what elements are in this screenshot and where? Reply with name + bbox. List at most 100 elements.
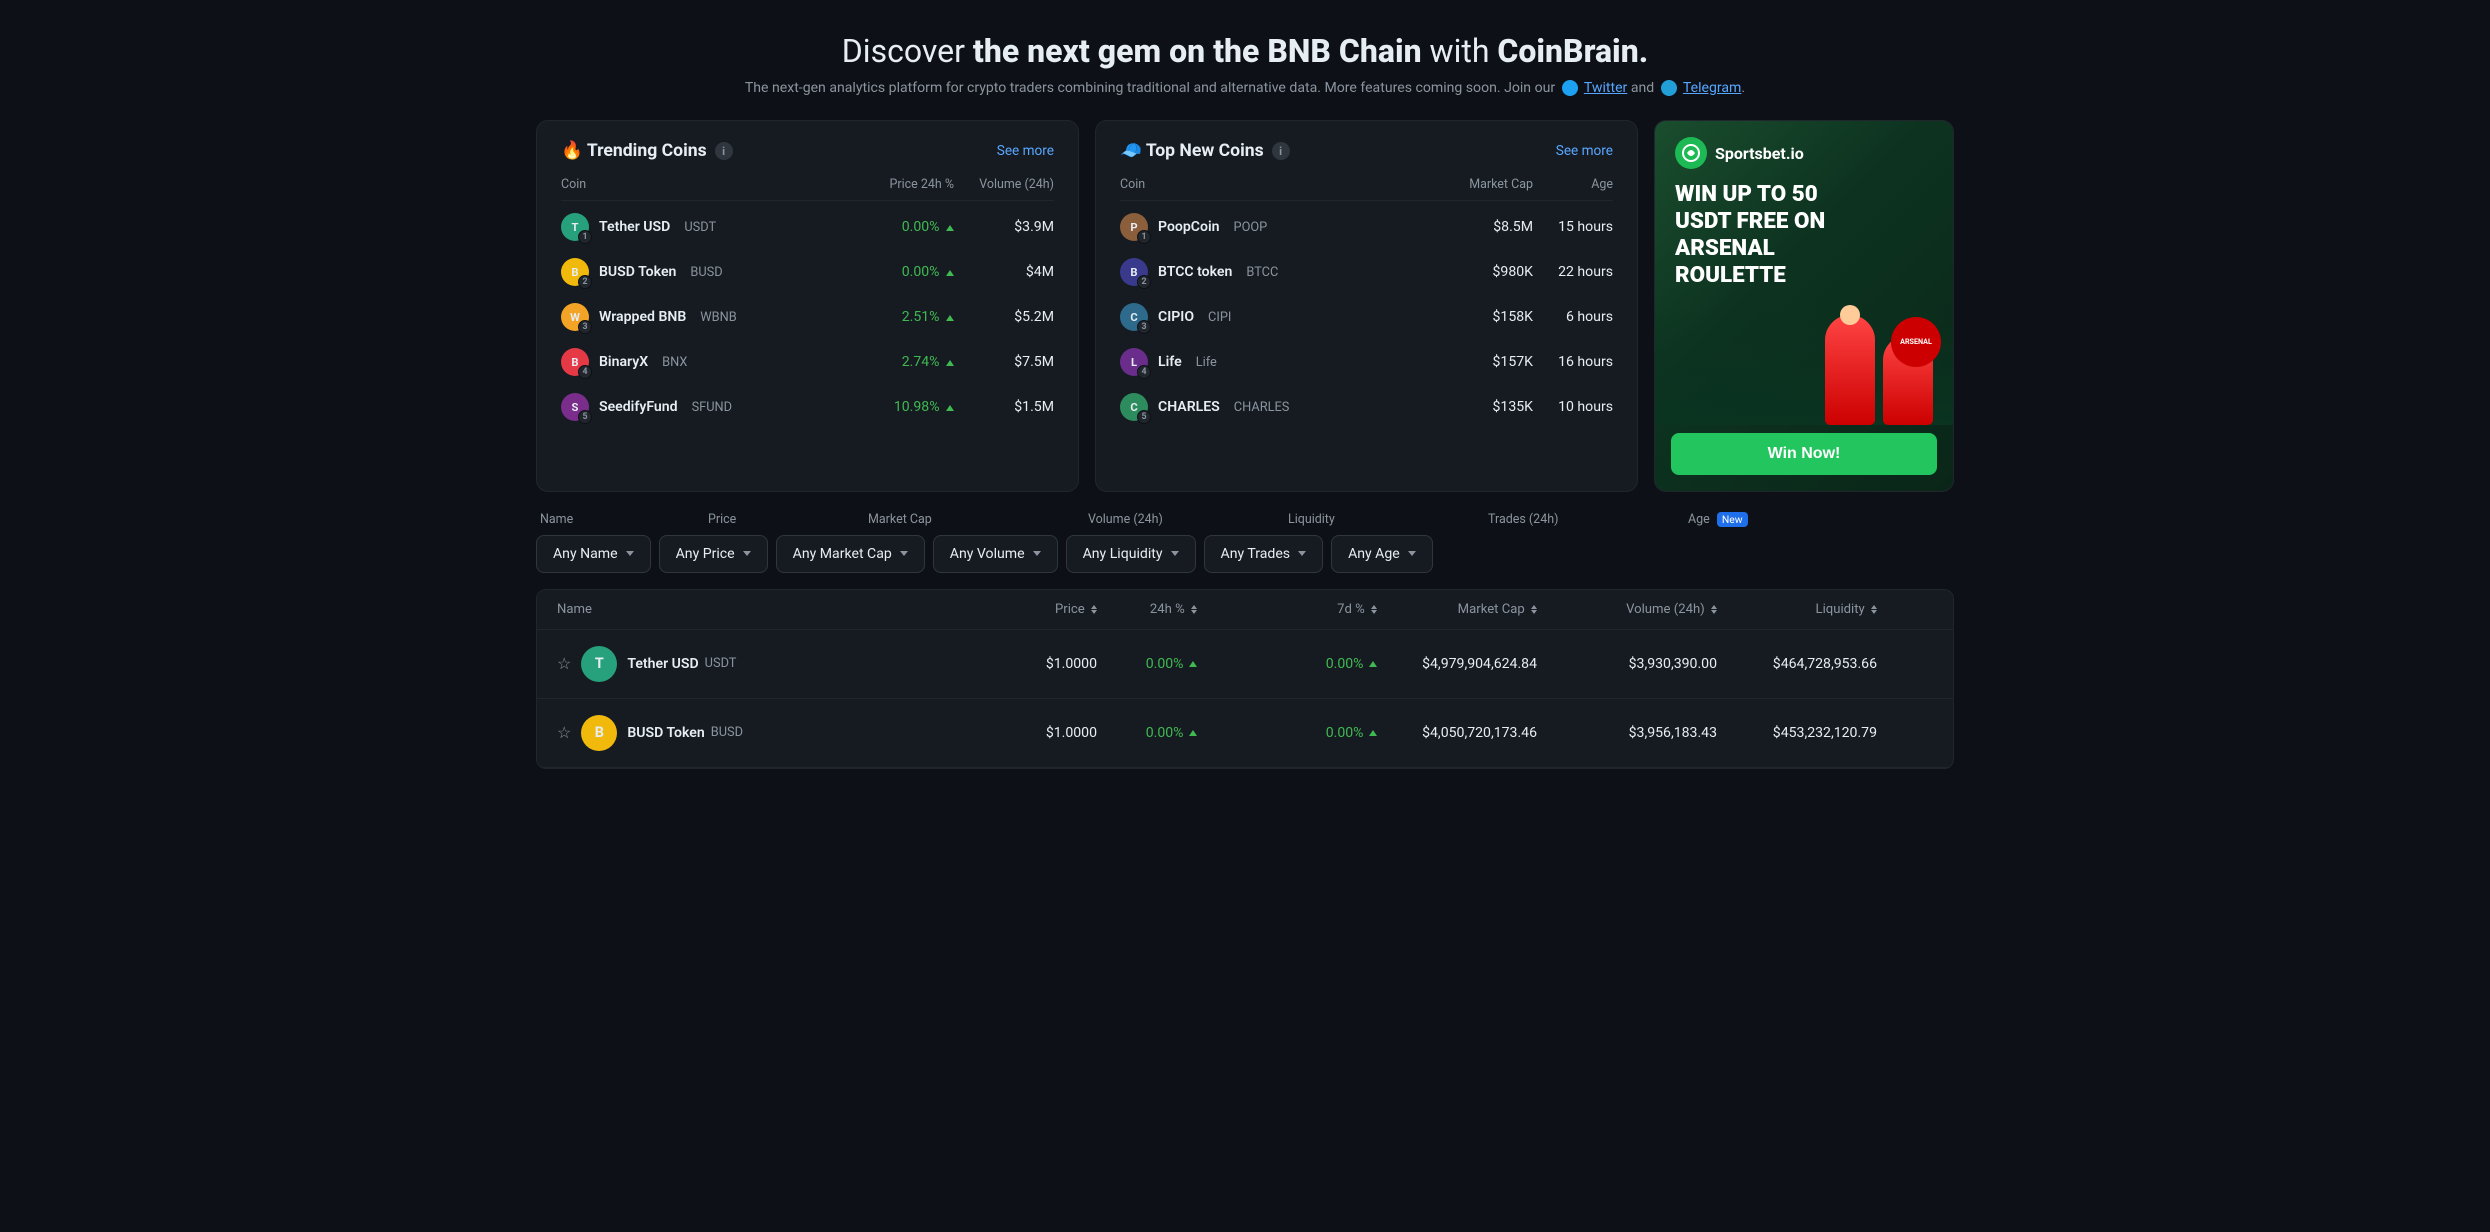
- rank-badge: 3: [1137, 320, 1151, 334]
- trending-table: Coin Price 24h % Volume (24h) T 1 Tether…: [561, 177, 1054, 430]
- trending-table-row: S 5 SeedifyFund SFUND 10.98% $1.5M: [561, 385, 1054, 430]
- rank-badge: 1: [1137, 230, 1151, 244]
- filter-price-label: Price: [700, 512, 860, 527]
- main-7d-cell: 0.00%: [1197, 656, 1377, 672]
- trades-filter-dropdown[interactable]: Any Trades: [1204, 535, 1324, 573]
- main-volume-cell: $3,956,183.43: [1537, 725, 1717, 741]
- coin-name-cell: W 3 Wrapped BNB WBNB: [561, 303, 854, 331]
- coin-full-name: PoopCoin: [1158, 219, 1220, 235]
- marketcap-cell: $980K: [1453, 264, 1533, 280]
- marketcap-filter-dropdown[interactable]: Any Market Cap: [776, 535, 925, 573]
- volume-cell: $4M: [954, 264, 1054, 280]
- liquidity-filter-dropdown[interactable]: Any Liquidity: [1066, 535, 1196, 573]
- coin-name-cell: C 5 CHARLES CHARLES: [1120, 393, 1453, 421]
- filter-marketcap-label: Market Cap: [860, 512, 1080, 527]
- price-filter-chevron: [743, 551, 751, 556]
- marketcap-filter-chevron: [900, 551, 908, 556]
- main-liquidity-cell: $453,232,120.79: [1717, 725, 1877, 741]
- coin-ticker: BUSD: [690, 265, 722, 280]
- coin-full-name: Life: [1158, 354, 1182, 370]
- new-coins-card: 🧢 Top New Coins i See more Coin Market C…: [1095, 120, 1638, 492]
- coin-avatar: P 1: [1120, 213, 1148, 241]
- coin-name-cell: S 5 SeedifyFund SFUND: [561, 393, 854, 421]
- col-header-name[interactable]: Name: [557, 602, 977, 617]
- ad-logo: Sportsbet.io: [1675, 137, 1933, 169]
- col-header-price[interactable]: Price: [977, 602, 1097, 617]
- coin-full-name: Wrapped BNB: [599, 309, 686, 325]
- coin-full-name: CIPIO: [1158, 309, 1194, 325]
- price-change: 10.98%: [854, 399, 954, 415]
- ad-content: Sportsbet.io WIN UP TO 50 USDT FREE ON A…: [1655, 121, 1953, 305]
- coin-name-cell: L 4 Life Life: [1120, 348, 1453, 376]
- change-arrow: [946, 360, 954, 366]
- main-coin-name-cell: ☆ B BUSD Token BUSD: [557, 715, 977, 751]
- coin-ticker: BTCC: [1246, 265, 1278, 280]
- age-filter-chevron: [1408, 551, 1416, 556]
- ad-heading: WIN UP TO 50 USDT FREE ON ARSENAL ROULET…: [1675, 181, 1933, 289]
- trades-filter-chevron: [1298, 551, 1306, 556]
- trending-table-row: B 4 BinaryX BNX 2.74% $7.5M: [561, 340, 1054, 385]
- trending-table-row: B 2 BUSD Token BUSD 0.00% $4M: [561, 250, 1054, 295]
- col-header-24h[interactable]: 24h %: [1097, 602, 1197, 617]
- coin-name-cell: B 2 BUSD Token BUSD: [561, 258, 854, 286]
- age-new-badge: New: [1717, 512, 1748, 527]
- filter-section: Name Price Market Cap Volume (24h) Liqui…: [520, 512, 1970, 573]
- coin-name-cell: B 4 BinaryX BNX: [561, 348, 854, 376]
- main-price-cell: $1.0000: [977, 725, 1097, 741]
- trending-see-more[interactable]: See more: [997, 143, 1054, 159]
- new-coins-see-more[interactable]: See more: [1556, 143, 1613, 159]
- filter-liquidity-label: Liquidity: [1280, 512, 1480, 527]
- liquidity-sort-icon: [1871, 605, 1877, 614]
- age-filter-dropdown[interactable]: Any Age: [1331, 535, 1433, 573]
- trending-table-row: W 3 Wrapped BNB WBNB 2.51% $5.2M: [561, 295, 1054, 340]
- twitter-link[interactable]: Twitter: [1584, 80, 1627, 96]
- favorite-star[interactable]: ☆: [557, 654, 571, 673]
- main-coin-full-name: Tether USD: [627, 656, 698, 672]
- filter-labels: Name Price Market Cap Volume (24h) Liqui…: [536, 512, 1954, 527]
- volume-cell: $7.5M: [954, 354, 1054, 370]
- main-coin-ticker: USDT: [705, 656, 737, 671]
- marketcap-cell: $158K: [1453, 309, 1533, 325]
- trending-card-title: 🔥 Trending Coins i: [561, 141, 733, 161]
- coin-full-name: Tether USD: [599, 219, 670, 235]
- main-liquidity-cell: $464,728,953.66: [1717, 656, 1877, 672]
- volume-filter-chevron: [1033, 551, 1041, 556]
- trending-info-icon[interactable]: i: [715, 142, 733, 160]
- new-coins-table-header: Coin Market Cap Age: [1120, 177, 1613, 201]
- price-filter-dropdown[interactable]: Any Price: [659, 535, 768, 573]
- telegram-link[interactable]: Telegram: [1683, 80, 1741, 96]
- coin-ticker: BNX: [662, 355, 687, 370]
- new-coins-info-icon[interactable]: i: [1272, 142, 1290, 160]
- coin-avatar: B 2: [1120, 258, 1148, 286]
- col-header-volume[interactable]: Volume (24h): [1537, 602, 1717, 617]
- col-header-marketcap[interactable]: Market Cap: [1377, 602, 1537, 617]
- main-coin-name-cell: ☆ T Tether USD USDT: [557, 646, 977, 682]
- price-change: 0.00%: [854, 264, 954, 280]
- rank-badge: 5: [1137, 410, 1151, 424]
- coin-name-cell: C 3 CIPIO CIPI: [1120, 303, 1453, 331]
- name-filter-dropdown[interactable]: Any Name: [536, 535, 651, 573]
- cards-section: 🔥 Trending Coins i See more Coin Price 2…: [520, 120, 1970, 512]
- favorite-star[interactable]: ☆: [557, 723, 571, 742]
- main-table-body: ☆ T Tether USD USDT $1.0000 0.00% 0.00% …: [537, 630, 1953, 768]
- name-filter-chevron: [626, 551, 634, 556]
- new-coin-table-row: C 3 CIPIO CIPI $158K 6 hours: [1120, 295, 1613, 340]
- main-table-section: Name Price 24h % 7d % Market Cap Volume …: [520, 589, 1970, 769]
- table-row: ☆ B BUSD Token BUSD $1.0000 0.00% 0.00% …: [537, 699, 1953, 768]
- arsenal-badge: Arsenal: [1891, 317, 1941, 367]
- col-header-7d[interactable]: 7d %: [1197, 602, 1377, 617]
- 7d-arrow: [1369, 730, 1377, 736]
- col-header-liquidity[interactable]: Liquidity: [1717, 602, 1877, 617]
- trending-table-header: Coin Price 24h % Volume (24h): [561, 177, 1054, 201]
- coin-ticker: CIPI: [1208, 310, 1231, 325]
- new-coins-card-title: 🧢 Top New Coins i: [1120, 141, 1290, 161]
- main-24h-cell: 0.00%: [1097, 656, 1197, 672]
- ad-players-graphic: Arsenal: [1655, 305, 1953, 425]
- new-coin-table-row: C 5 CHARLES CHARLES $135K 10 hours: [1120, 385, 1613, 430]
- volume-filter-dropdown[interactable]: Any Volume: [933, 535, 1058, 573]
- filters-row: Any Name Any Price Any Market Cap Any Vo…: [536, 535, 1954, 573]
- ad-win-button[interactable]: Win Now!: [1671, 433, 1937, 475]
- marketcap-cell: $157K: [1453, 354, 1533, 370]
- main-7d-cell: 0.00%: [1197, 725, 1377, 741]
- main-marketcap-cell: $4,979,904,624.84: [1377, 656, 1537, 672]
